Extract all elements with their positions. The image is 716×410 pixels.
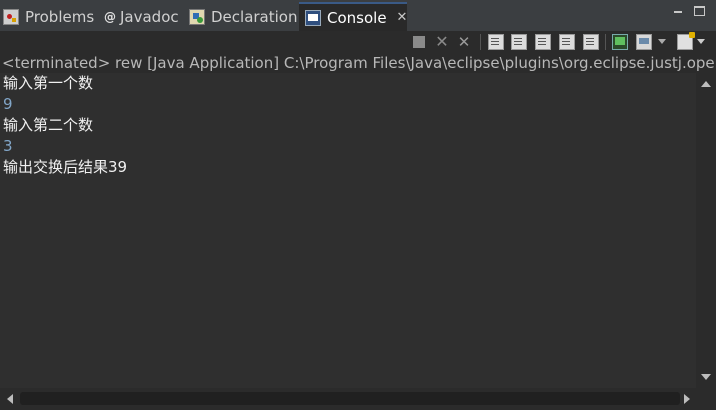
chevron-down-icon[interactable] <box>697 39 705 44</box>
show-stderr-icon[interactable] <box>559 34 575 50</box>
clear-console-icon[interactable] <box>583 34 599 50</box>
open-console-icon[interactable] <box>677 32 695 50</box>
display-selected-console-icon[interactable] <box>636 34 652 50</box>
console-line: 9 <box>3 95 13 113</box>
tab-declaration[interactable]: Declaration <box>189 2 297 31</box>
scroll-up-icon[interactable] <box>701 81 711 87</box>
tab-label: Problems <box>25 7 95 26</box>
tab-javadoc[interactable]: @ Javadoc <box>104 2 186 31</box>
tab-problems[interactable]: Problems <box>3 2 101 31</box>
console-line: 输出交换后结果39 <box>3 158 128 176</box>
console-line: 输入第二个数 <box>3 116 94 134</box>
maximize-icon[interactable] <box>694 6 705 16</box>
toolbar-separator <box>605 34 606 50</box>
tab-console[interactable]: Console ✕ <box>299 2 407 31</box>
console-output[interactable]: 输入第一个数 9 输入第二个数 3 输出交换后结果39 <box>0 73 696 388</box>
tab-label: Javadoc <box>120 7 179 26</box>
declaration-icon <box>189 8 205 25</box>
chevron-down-icon[interactable] <box>658 39 666 44</box>
show-stdout-icon[interactable] <box>535 34 551 50</box>
minimize-icon[interactable] <box>672 4 684 16</box>
pin-console-icon[interactable] <box>612 34 628 50</box>
scroll-right-icon[interactable] <box>684 394 690 404</box>
scroll-left-icon[interactable] <box>7 394 13 404</box>
console-process-label: <terminated> rew [Java Application] C:\P… <box>0 53 716 73</box>
close-tab-icon[interactable]: ✕ <box>397 10 408 25</box>
remove-launch-icon[interactable]: ✕ <box>434 34 450 50</box>
terminate-icon[interactable] <box>413 36 425 48</box>
console-line: 输入第一个数 <box>3 74 94 92</box>
horizontal-scrollbar[interactable] <box>0 388 696 410</box>
view-tab-bar: Problems @ Javadoc Declaration Console ✕ <box>0 0 716 31</box>
remove-all-terminated-icon[interactable]: ✕ <box>456 34 472 50</box>
vertical-scrollbar[interactable] <box>696 73 716 388</box>
console-icon <box>305 9 321 26</box>
word-wrap-icon[interactable] <box>488 34 504 50</box>
scrollbar-corner <box>696 388 716 410</box>
console-toolbar: ✕ ✕ <box>0 31 716 53</box>
scrollbar-thumb[interactable] <box>20 392 680 405</box>
console-line: 3 <box>3 137 13 155</box>
javadoc-icon: @ <box>104 9 116 24</box>
scroll-lock-icon[interactable] <box>511 34 527 50</box>
tab-label: Console <box>327 8 387 27</box>
scroll-down-icon[interactable] <box>701 374 711 380</box>
toolbar-separator <box>480 34 481 50</box>
tab-label: Declaration <box>211 7 298 26</box>
problems-icon <box>3 8 19 25</box>
